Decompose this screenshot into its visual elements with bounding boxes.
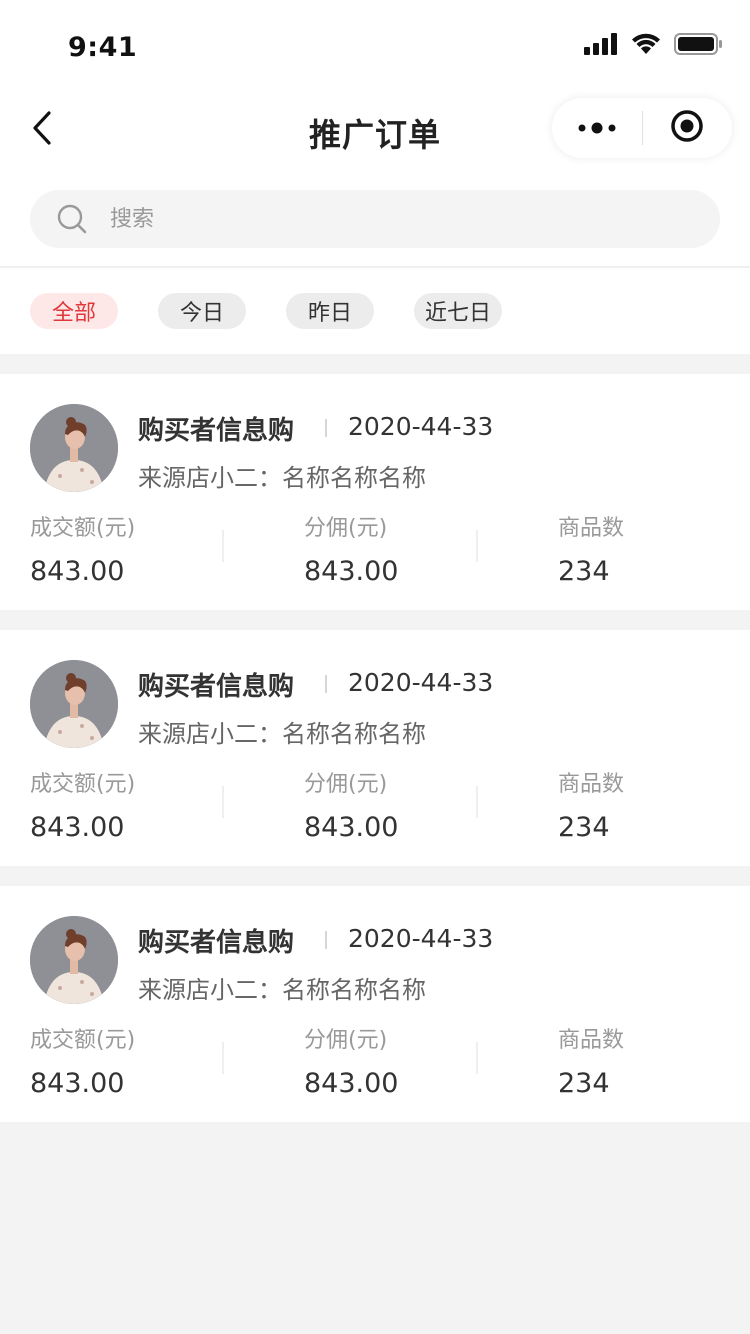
stat-divider	[476, 786, 478, 818]
source-shop: 来源店小二：名称名称名称	[138, 720, 426, 748]
stat-value: 234	[558, 812, 610, 843]
order-date: 2020-44-33	[348, 412, 494, 441]
stat-divider	[222, 1042, 224, 1074]
stat-commission: 分佣(元) 843.00	[304, 766, 398, 843]
signal-icon	[584, 33, 618, 59]
stat-transaction-amount: 成交额(元) 843.00	[30, 766, 135, 843]
stat-label: 商品数	[558, 516, 625, 541]
stat-label: 成交额(元)	[30, 1028, 136, 1053]
stat-divider	[476, 530, 478, 562]
source-shop: 来源店小二：名称名称名称	[138, 976, 426, 1004]
stat-value: 843.00	[304, 556, 399, 587]
stat-transaction-amount: 成交额(元) 843.00	[30, 1022, 135, 1099]
stat-value: 234	[558, 556, 610, 587]
search-icon	[56, 203, 88, 235]
stat-value: 843.00	[30, 1068, 125, 1099]
stat-transaction-amount: 成交额(元) 843.00	[30, 510, 135, 587]
stat-value: 843.00	[304, 1068, 399, 1099]
order-card[interactable]: 购买者信息购 2020-44-33 来源店小二：名称名称名称 成交额(元) 84…	[0, 886, 750, 1122]
stat-divider	[476, 1042, 478, 1074]
filter-last-seven-days[interactable]: 近七日	[414, 293, 502, 329]
filter-all[interactable]: 全部	[30, 293, 118, 329]
stat-value: 843.00	[30, 556, 125, 587]
avatar	[30, 916, 118, 1004]
buyer-name: 购买者信息购	[138, 672, 295, 702]
filter-yesterday[interactable]: 昨日	[286, 293, 374, 329]
more-dots-icon	[577, 119, 617, 138]
target-circle-icon	[670, 109, 704, 147]
navigation-bar: 推广订单	[0, 88, 750, 176]
order-card[interactable]: 购买者信息购 2020-44-33 来源店小二：名称名称名称 成交额(元) 84…	[0, 374, 750, 610]
stat-item-count: 商品数 234	[558, 1022, 624, 1099]
search-area	[0, 176, 750, 266]
stat-value: 843.00	[304, 812, 399, 843]
buyer-name: 购买者信息购	[138, 416, 295, 446]
wifi-icon	[630, 33, 662, 59]
header-area: 9:41 推广订单 搜索 全部 今日 昨日 近七日	[0, 0, 750, 354]
stat-label: 成交额(元)	[30, 772, 136, 797]
stat-label: 商品数	[558, 1028, 625, 1053]
stat-divider	[222, 786, 224, 818]
buyer-name: 购买者信息购	[138, 928, 295, 958]
close-mini-program-button[interactable]	[643, 98, 733, 158]
order-card[interactable]: 购买者信息购 2020-44-33 来源店小二：名称名称名称 成交额(元) 84…	[0, 630, 750, 866]
avatar	[30, 404, 118, 492]
stat-label: 分佣(元)	[304, 1028, 388, 1053]
stat-item-count: 商品数 234	[558, 766, 624, 843]
mini-program-capsule	[552, 98, 732, 158]
stat-label: 分佣(元)	[304, 772, 388, 797]
stat-divider	[222, 530, 224, 562]
filter-today[interactable]: 今日	[158, 293, 246, 329]
stat-item-count: 商品数 234	[558, 510, 624, 587]
search-input[interactable]	[108, 205, 652, 233]
battery-icon	[674, 33, 722, 59]
date-filter-tabs: 全部 今日 昨日 近七日	[0, 268, 750, 354]
meta-separator	[325, 419, 327, 437]
stat-commission: 分佣(元) 843.00	[304, 1022, 398, 1099]
status-icons	[584, 33, 722, 59]
order-date: 2020-44-33	[348, 924, 494, 953]
stat-label: 分佣(元)	[304, 516, 388, 541]
search-bar[interactable]	[30, 190, 720, 248]
order-date: 2020-44-33	[348, 668, 494, 697]
stat-value: 843.00	[30, 812, 125, 843]
stat-value: 234	[558, 1068, 610, 1099]
status-bar: 9:41	[0, 0, 750, 88]
stat-label: 商品数	[558, 772, 625, 797]
status-time: 9:41	[68, 32, 138, 63]
avatar	[30, 660, 118, 748]
stat-label: 成交额(元)	[30, 516, 136, 541]
more-button[interactable]	[552, 98, 642, 158]
stat-commission: 分佣(元) 843.00	[304, 510, 398, 587]
meta-separator	[325, 675, 327, 693]
meta-separator	[325, 931, 327, 949]
order-list: 购买者信息购 2020-44-33 来源店小二：名称名称名称 成交额(元) 84…	[0, 374, 750, 1122]
source-shop: 来源店小二：名称名称名称	[138, 464, 426, 492]
